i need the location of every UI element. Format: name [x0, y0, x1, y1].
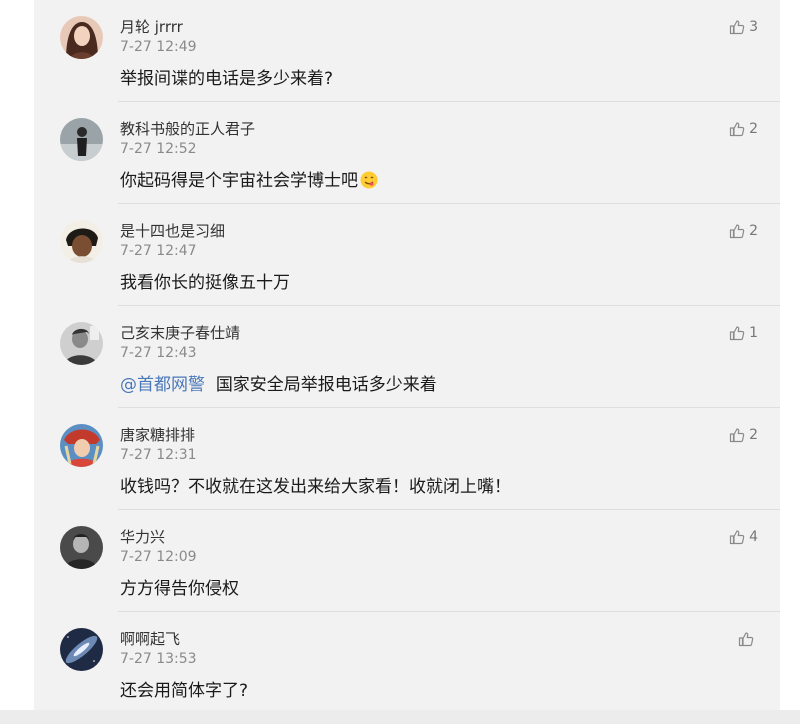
like-button[interactable]: 2	[729, 223, 758, 239]
woman-portrait-avatar-icon	[60, 16, 103, 59]
like-count: 4	[749, 529, 758, 545]
comment-text: 方方得告你侵权	[120, 579, 239, 599]
comment-text: @首都网警 国家安全局举报电话多少来着	[120, 370, 437, 395]
comment-text: 你起码得是个宇宙社会学博士吧	[120, 166, 378, 191]
like-button[interactable]: 1	[729, 325, 758, 341]
comment-time: 7-27 12:43	[120, 345, 197, 361]
user-avatar[interactable]	[60, 526, 103, 569]
user-mention-link[interactable]: @首都网警	[120, 375, 205, 395]
comment-item: 华力兴 7-27 12:09 方方得告你侵权 4	[34, 510, 780, 612]
comment-time: 7-27 12:49	[120, 39, 197, 55]
like-button[interactable]: 2	[729, 427, 758, 443]
galaxy-avatar-icon	[60, 628, 103, 671]
comment-text: 我看你长的挺像五十万	[120, 273, 290, 293]
comment-time: 7-27 12:09	[120, 549, 197, 565]
yum-emoji-icon	[360, 171, 378, 189]
comment-item: 教科书般的正人君子 7-27 12:52 你起码得是个宇宙社会学博士吧 2	[34, 102, 780, 204]
user-avatar[interactable]	[60, 220, 103, 263]
like-count: 3	[749, 19, 758, 35]
comment-item: 是十四也是习细 7-27 12:47 我看你长的挺像五十万 2	[34, 204, 780, 306]
comment-username[interactable]: 是十四也是习细	[120, 220, 225, 241]
comment-username[interactable]: 华力兴	[120, 526, 165, 547]
user-avatar[interactable]	[60, 424, 103, 467]
comment-item: 月轮 jrrrr 7-27 12:49 举报间谍的电话是多少来着? 3	[34, 0, 780, 102]
thumbs-up-icon	[729, 326, 745, 341]
cartoon-character-avatar-icon	[60, 220, 103, 263]
like-button[interactable]	[738, 631, 758, 647]
comment-time: 7-27 12:47	[120, 243, 197, 259]
user-avatar[interactable]	[60, 628, 103, 671]
comment-time: 7-27 12:52	[120, 141, 197, 157]
comment-text-body: 国家安全局举报电话多少来着	[215, 375, 437, 395]
comment-username[interactable]: 教科书般的正人君子	[120, 118, 255, 139]
comment-text: 收钱吗？不收就在这发出来给大家看！收就闭上嘴！	[120, 477, 511, 497]
thumbs-up-icon	[729, 224, 745, 239]
user-avatar[interactable]	[60, 322, 103, 365]
like-count: 2	[749, 121, 758, 137]
like-count: 2	[749, 427, 758, 443]
man-portrait-avatar-icon	[60, 526, 103, 569]
silhouette-avatar-icon	[60, 118, 103, 161]
comment-text-body: 你起码得是个宇宙社会学博士吧	[120, 171, 358, 191]
like-button[interactable]: 3	[729, 19, 758, 35]
comment-item: 啊啊起飞 7-27 13:53 还会用简体字了?	[34, 612, 780, 714]
like-count: 1	[749, 325, 758, 341]
comment-item: 己亥末庚子春仕靖 7-27 12:43 @首都网警 国家安全局举报电话多少来着 …	[34, 306, 780, 408]
comment-time: 7-27 12:31	[120, 447, 197, 463]
comment-username[interactable]: 啊啊起飞	[120, 628, 180, 649]
bottom-strip	[0, 710, 800, 724]
comment-username[interactable]: 月轮 jrrrr	[120, 16, 183, 37]
comment-text: 举报间谍的电话是多少来着?	[120, 69, 334, 89]
like-button[interactable]: 2	[729, 121, 758, 137]
user-avatar[interactable]	[60, 118, 103, 161]
comment-text: 还会用简体字了?	[120, 681, 249, 701]
comment-username[interactable]: 唐家糖排排	[120, 424, 195, 445]
colorful-character-avatar-icon	[60, 424, 103, 467]
thumbs-up-icon	[729, 530, 745, 545]
thumbs-up-icon	[729, 122, 745, 137]
bw-portrait-avatar-icon	[60, 322, 103, 365]
user-avatar[interactable]	[60, 16, 103, 59]
comment-username[interactable]: 己亥末庚子春仕靖	[120, 322, 240, 343]
thumbs-up-icon	[738, 632, 754, 647]
comment-item: 唐家糖排排 7-27 12:31 收钱吗？不收就在这发出来给大家看！收就闭上嘴！…	[34, 408, 780, 510]
thumbs-up-icon	[729, 428, 745, 443]
like-button[interactable]: 4	[729, 529, 758, 545]
thumbs-up-icon	[729, 20, 745, 35]
like-count: 2	[749, 223, 758, 239]
comment-time: 7-27 13:53	[120, 651, 197, 667]
